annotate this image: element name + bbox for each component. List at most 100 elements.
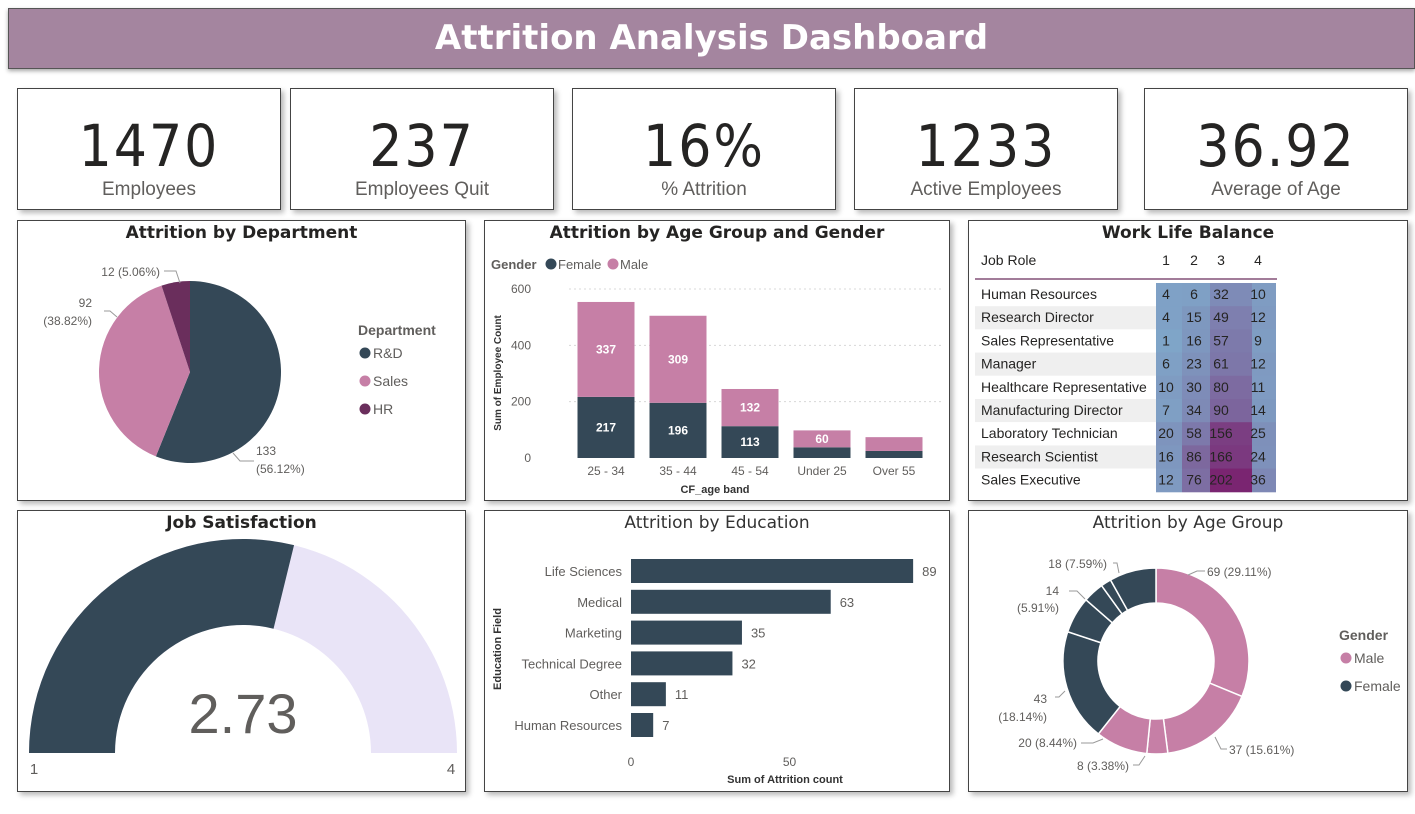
matrix-row-label: Manager bbox=[981, 356, 1037, 372]
matrix-cell-value: 57 bbox=[1213, 332, 1229, 348]
job-satisfaction-gauge[interactable]: 2.73 1 4 bbox=[18, 511, 465, 791]
bar-data-label: 217 bbox=[596, 420, 616, 434]
bar-data-label: 60 bbox=[815, 432, 829, 446]
matrix-cell-value: 156 bbox=[1209, 425, 1233, 441]
matrix-cell-value: 20 bbox=[1158, 425, 1174, 441]
panel-attrition-by-age-gender[interactable]: Attrition by Age Group and Gender Gender… bbox=[484, 220, 950, 501]
matrix-cell-value: 36 bbox=[1250, 472, 1266, 488]
bar bbox=[631, 713, 654, 737]
matrix-cell-value: 49 bbox=[1213, 309, 1229, 325]
kpi-card-employees[interactable]: 1470 Employees bbox=[17, 88, 281, 210]
y-tick-label: Marketing bbox=[565, 626, 622, 641]
donut-leader-line bbox=[1055, 690, 1066, 698]
panel-job-satisfaction[interactable]: Job Satisfaction 2.73 1 4 bbox=[17, 510, 466, 792]
matrix-cell-value: 16 bbox=[1186, 332, 1202, 348]
matrix-cell-value: 202 bbox=[1209, 472, 1233, 488]
bar bbox=[631, 682, 666, 707]
y-tick-label: Medical bbox=[577, 595, 622, 610]
panel-attrition-by-education[interactable]: Attrition by Education Life Sciences 89 Me… bbox=[484, 510, 950, 792]
bar-male bbox=[865, 437, 923, 451]
kpi-card-active-employees[interactable]: 1233 Active Employees bbox=[854, 88, 1118, 210]
matrix-cell-value: 32 bbox=[1213, 286, 1229, 302]
matrix-cell-value: 9 bbox=[1254, 332, 1262, 348]
y-tick-label: Human Resources bbox=[514, 718, 622, 733]
legend-marker bbox=[545, 258, 557, 270]
pie-data-label: 133 bbox=[256, 444, 276, 458]
matrix-cell-value: 58 bbox=[1186, 425, 1202, 441]
matrix-cell-value: 10 bbox=[1158, 379, 1174, 395]
x-axis-title: Sum of Attrition count bbox=[727, 774, 843, 786]
donut-data-label: 37 (15.61%) bbox=[1229, 743, 1294, 757]
bar-data-label: 309 bbox=[668, 352, 688, 366]
panel-attrition-by-age-group[interactable]: Attrition by Age Group 69 (29.11%) 37 (15… bbox=[968, 510, 1408, 792]
y-tick-label: 0 bbox=[524, 451, 531, 465]
y-tick-label: Life Sciences bbox=[545, 564, 623, 579]
y-tick-label: 400 bbox=[511, 338, 531, 352]
bar bbox=[631, 651, 733, 676]
bar-female bbox=[793, 447, 851, 458]
kpi-label: Employees Quit bbox=[354, 179, 490, 200]
matrix-cell-value: 6 bbox=[1162, 356, 1170, 372]
matrix-row-label: Healthcare Representative bbox=[981, 379, 1147, 395]
education-bar-chart[interactable]: Life Sciences 89 Medical 63 Marketing 35 Techn… bbox=[485, 511, 949, 791]
kpi-card-average-age[interactable]: 36.92 Average of Age bbox=[1144, 88, 1408, 210]
legend-label: Sales bbox=[373, 373, 408, 389]
panel-attrition-by-department[interactable]: Attrition by Department 133 (56.12%) 92 (38… bbox=[17, 220, 466, 501]
bar-data-label: 7 bbox=[662, 718, 669, 733]
legend-label: Female bbox=[558, 257, 601, 272]
kpi-value: 36.92 bbox=[1196, 112, 1356, 180]
legend-marker bbox=[1340, 680, 1352, 692]
x-tick-label: 45 - 54 bbox=[731, 464, 769, 478]
kpi-value: 237 bbox=[369, 112, 475, 180]
kpi-value: 1233 bbox=[915, 112, 1057, 180]
y-tick-label: 200 bbox=[511, 395, 531, 409]
matrix-cell-value: 4 bbox=[1162, 286, 1170, 302]
age-gender-bar-chart[interactable]: Gender Female Male 0 200 400 600 Sum of Employe… bbox=[485, 221, 949, 500]
matrix-cell-value: 11 bbox=[1251, 379, 1266, 395]
donut-leader-line bbox=[1214, 736, 1227, 750]
kpi-value: 16% bbox=[643, 112, 765, 180]
y-axis-title: Education Field bbox=[492, 608, 504, 690]
donut-data-label: 69 (29.11%) bbox=[1207, 565, 1271, 579]
matrix-cell-value: 23 bbox=[1186, 356, 1202, 372]
matrix-cell-value: 34 bbox=[1186, 402, 1202, 418]
department-pie-chart[interactable]: 133 (56.12%) 92 (38.82%) 12 (5.06%) Departmen… bbox=[18, 221, 465, 500]
matrix-cell-value: 25 bbox=[1250, 425, 1266, 441]
pie-leader-line bbox=[164, 270, 181, 284]
matrix-cell-value: 166 bbox=[1209, 448, 1233, 464]
matrix-row-label: Sales Representative bbox=[981, 332, 1114, 348]
bar bbox=[631, 559, 914, 583]
x-tick-label: Under 25 bbox=[797, 464, 847, 478]
donut-leader-line bbox=[1187, 570, 1205, 576]
donut-slice-male bbox=[1155, 567, 1250, 698]
age-group-donut-chart[interactable]: 69 (29.11%) 37 (15.61%) 8 (3.38%)20 (8.44%… bbox=[969, 511, 1407, 791]
legend-title: Gender bbox=[1339, 627, 1389, 643]
bar-data-label: 89 bbox=[922, 564, 936, 579]
x-axis-title: CF_age band bbox=[680, 484, 749, 496]
matrix-row-label: Laboratory Technician bbox=[981, 425, 1118, 441]
matrix-cell-value: 14 bbox=[1250, 402, 1266, 418]
bar-data-label: 35 bbox=[751, 626, 765, 641]
legend-label: Female bbox=[1354, 678, 1401, 694]
x-tick-label: Over 55 bbox=[873, 464, 916, 478]
matrix-row-label: Research Scientist bbox=[981, 448, 1098, 464]
bar-female bbox=[865, 450, 923, 458]
legend-marker bbox=[359, 347, 371, 359]
kpi-card-attrition-rate[interactable]: 16% % Attrition bbox=[572, 88, 836, 210]
legend-marker bbox=[359, 403, 371, 415]
donut-data-label: 43 bbox=[1034, 692, 1048, 706]
donut-leader-line bbox=[1133, 755, 1146, 766]
panel-work-life-balance[interactable]: Work Life Balance Job Role 1 2 3 4 Human Reso… bbox=[968, 220, 1408, 501]
kpi-label: Average of Age bbox=[1211, 179, 1341, 200]
matrix-cell-value: 1 bbox=[1162, 332, 1170, 348]
work-life-balance-matrix[interactable]: Job Role 1 2 3 4Human Resources 4 6 32 10Researc… bbox=[969, 221, 1407, 500]
kpi-card-employees-quit[interactable]: 237 Employees Quit bbox=[290, 88, 554, 210]
legend-marker bbox=[359, 375, 371, 387]
kpi-label: % Attrition bbox=[661, 179, 747, 200]
donut-data-label-pct: (18.14%) bbox=[998, 710, 1047, 724]
gauge-max-label: 4 bbox=[447, 761, 455, 778]
legend-label: HR bbox=[373, 401, 393, 417]
x-tick-label: 25 - 34 bbox=[587, 464, 625, 478]
x-tick-label: 50 bbox=[783, 755, 797, 769]
donut-data-label: 20 (8.44%) bbox=[1018, 736, 1077, 750]
